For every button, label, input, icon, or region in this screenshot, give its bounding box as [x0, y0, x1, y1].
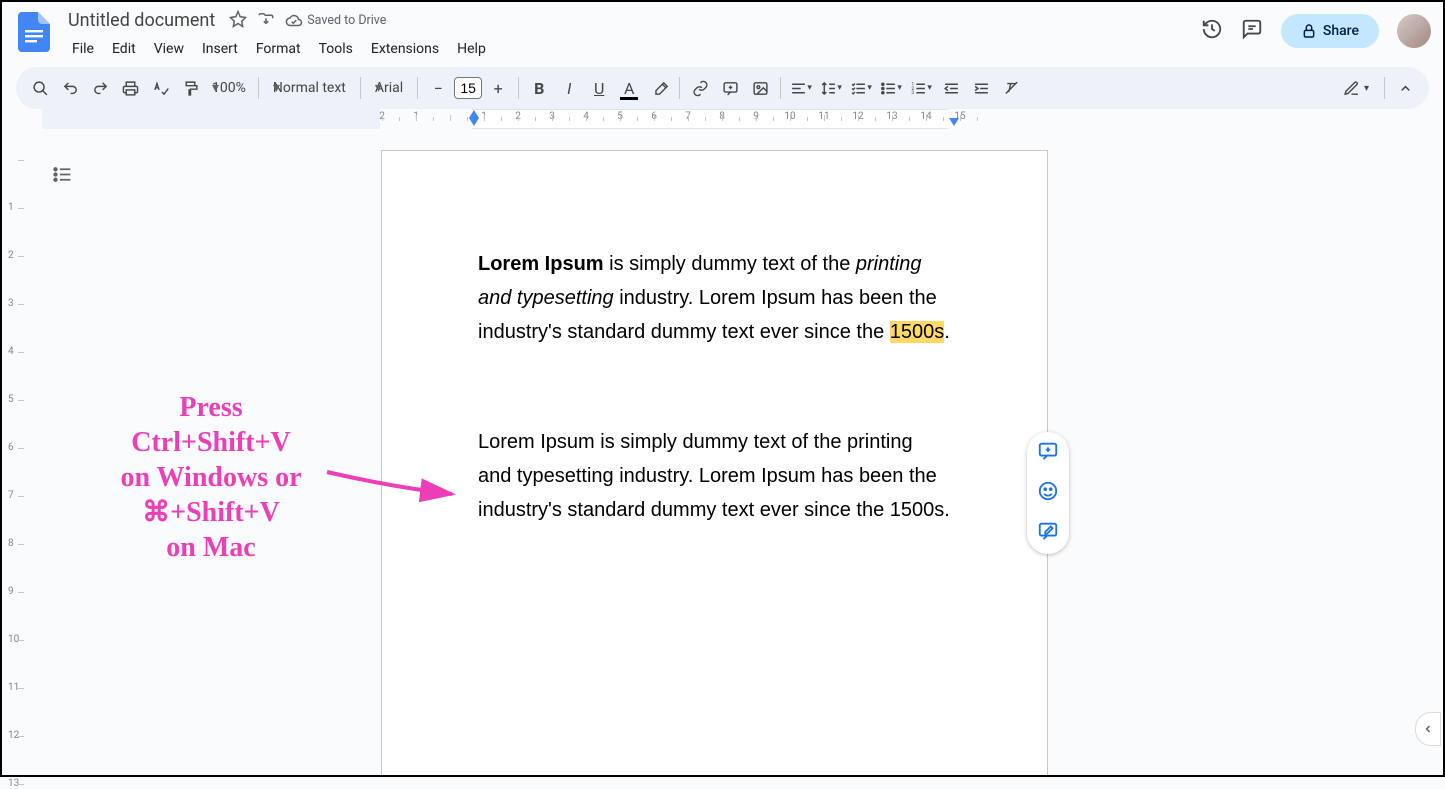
history-icon[interactable]: [1201, 18, 1223, 44]
text-color-icon[interactable]: A: [615, 74, 643, 102]
share-button[interactable]: Share: [1281, 14, 1379, 48]
share-label: Share: [1323, 23, 1359, 39]
collapse-toolbar-icon[interactable]: [1391, 74, 1419, 102]
document-title[interactable]: Untitled document: [64, 8, 219, 33]
avatar[interactable]: [1397, 14, 1431, 48]
comments-icon[interactable]: [1241, 18, 1263, 44]
editing-mode-select[interactable]: ▾: [1334, 74, 1378, 102]
menu-help[interactable]: Help: [449, 37, 494, 61]
menu-extensions[interactable]: Extensions: [363, 37, 447, 61]
paragraph-1[interactable]: Lorem Ipsum is simply dummy text of the …: [478, 247, 951, 349]
print-icon[interactable]: [116, 74, 144, 102]
undo-icon[interactable]: [56, 74, 84, 102]
menu-insert[interactable]: Insert: [194, 37, 246, 61]
suggest-edits-icon[interactable]: [1037, 520, 1059, 546]
cloud-status[interactable]: Saved to Drive: [285, 12, 386, 30]
link-icon[interactable]: [686, 74, 714, 102]
style-value: Normal text: [273, 80, 346, 96]
font-size-input[interactable]: [454, 77, 482, 99]
ruler-vertical[interactable]: 12345678910111213: [2, 134, 26, 775]
bulleted-list-icon[interactable]: ▾: [877, 74, 905, 102]
checklist-icon[interactable]: ▾: [847, 74, 875, 102]
inline-actions-pill: [1027, 432, 1069, 554]
search-icon[interactable]: [26, 74, 54, 102]
zoom-select[interactable]: 100%▾: [206, 80, 252, 96]
font-size-decrease[interactable]: −: [424, 74, 452, 102]
ruler-horizontal[interactable]: 21123456789101112131415: [42, 109, 1443, 129]
side-panel-toggle-icon[interactable]: [1415, 712, 1441, 746]
toolbar: 100%▾ Normal text▾ Arial▾ − + B I U A ▾ …: [16, 67, 1429, 109]
outline-toggle-icon[interactable]: [46, 158, 78, 190]
p1-seg3: .: [944, 321, 950, 343]
bold-icon[interactable]: B: [525, 74, 553, 102]
indent-increase-icon[interactable]: [967, 74, 995, 102]
menu-edit[interactable]: Edit: [104, 37, 144, 61]
p1-seg1: is simply dummy text of the: [604, 253, 856, 275]
p1-highlight: 1500s: [890, 321, 945, 343]
underline-icon[interactable]: U: [585, 74, 613, 102]
star-icon[interactable]: [229, 10, 247, 32]
paint-format-icon[interactable]: [176, 74, 204, 102]
add-comment-icon[interactable]: [716, 74, 744, 102]
emoji-reaction-icon[interactable]: [1037, 480, 1059, 506]
font-select[interactable]: Arial▾: [367, 80, 411, 96]
line-spacing-icon[interactable]: ▾: [817, 74, 845, 102]
menu-view[interactable]: View: [146, 37, 192, 61]
indent-decrease-icon[interactable]: [937, 74, 965, 102]
add-comment-inline-icon[interactable]: [1037, 440, 1059, 466]
svg-text:3: 3: [912, 90, 915, 96]
document-page[interactable]: Lorem Ipsum is simply dummy text of the …: [381, 150, 1048, 775]
menu-format[interactable]: Format: [248, 37, 309, 61]
italic-icon[interactable]: I: [555, 74, 583, 102]
align-icon[interactable]: ▾: [787, 74, 815, 102]
menu-file[interactable]: File: [64, 37, 102, 61]
saved-label: Saved to Drive: [307, 13, 386, 28]
highlight-icon[interactable]: [645, 74, 673, 102]
numbered-list-icon[interactable]: 123▾: [907, 74, 935, 102]
paragraph-style-select[interactable]: Normal text▾: [265, 80, 354, 96]
redo-icon[interactable]: [86, 74, 114, 102]
spellcheck-icon[interactable]: [146, 74, 174, 102]
menubar: File Edit View Insert Format Tools Exten…: [64, 35, 1191, 67]
font-size-increase[interactable]: +: [484, 74, 512, 102]
insert-image-icon[interactable]: [746, 74, 774, 102]
move-icon[interactable]: [257, 10, 275, 32]
menu-tools[interactable]: Tools: [311, 37, 361, 61]
paragraph-2[interactable]: Lorem Ipsum is simply dummy text of the …: [478, 425, 951, 527]
p1-bold: Lorem Ipsum: [478, 253, 604, 275]
clear-formatting-icon[interactable]: [997, 74, 1025, 102]
docs-logo[interactable]: [14, 8, 54, 56]
